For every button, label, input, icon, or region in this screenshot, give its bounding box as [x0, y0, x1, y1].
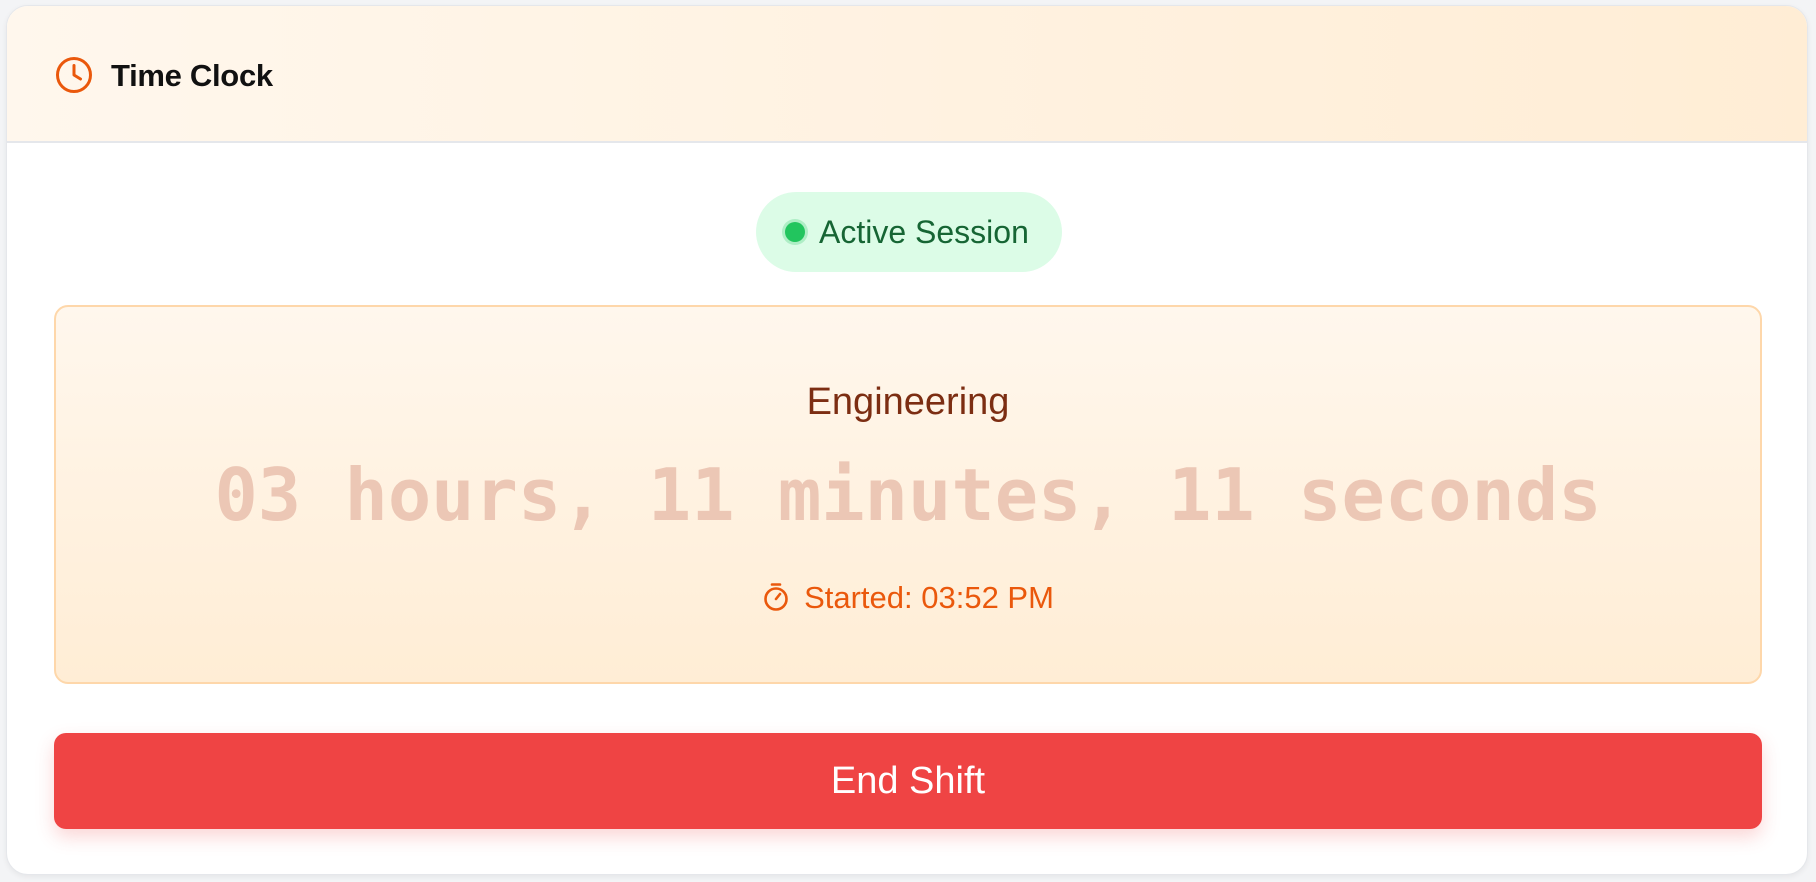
clock-icon [55, 56, 93, 94]
stopwatch-icon [762, 582, 790, 612]
session-start-info: Started: 03:52 PM [56, 580, 1760, 616]
time-clock-card: Time Clock Active Session Engineering 03… [6, 5, 1808, 875]
end-shift-button[interactable]: End Shift [54, 733, 1762, 829]
card-header: Time Clock [7, 6, 1807, 143]
elapsed-time: 03 hours, 11 minutes, 11 seconds [214, 453, 1602, 537]
session-timer-panel: Engineering 03 hours, 11 minutes, 11 sec… [54, 305, 1762, 684]
status-indicator-dot [785, 222, 805, 242]
status-label: Active Session [819, 214, 1029, 250]
department-name: Engineering [806, 381, 1010, 423]
start-time-text: Started: 03:52 PM [804, 580, 1054, 615]
page-title: Time Clock [111, 58, 273, 93]
status-badge: Active Session [756, 192, 1062, 272]
